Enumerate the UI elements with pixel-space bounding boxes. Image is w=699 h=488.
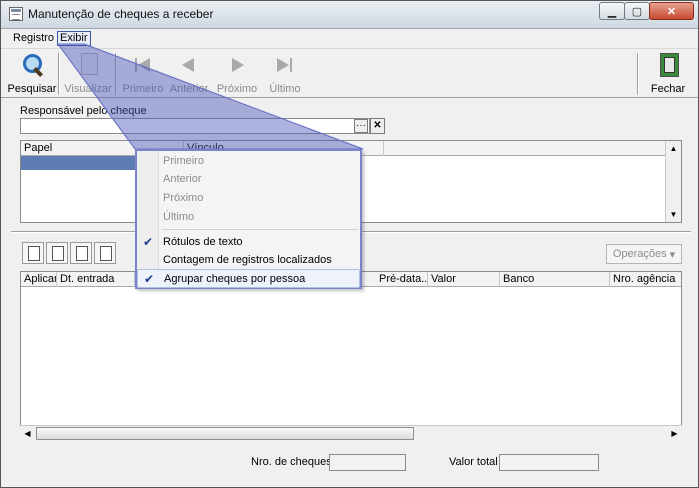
cheques-grid[interactable]: Aplicar Dt. entrada Pré-data... Valor Ba… (20, 271, 682, 441)
column-header-dt-entrada[interactable]: Dt. entrada (57, 272, 135, 287)
view-button[interactable]: Visualizar (63, 52, 113, 96)
next-button[interactable]: Próximo (215, 52, 259, 96)
search-button-label: Pesquisar (7, 83, 57, 95)
search-icon (19, 52, 45, 76)
selected-row[interactable] (21, 156, 137, 170)
menu-exibir[interactable]: Exibir (57, 31, 91, 46)
menu-item-ultimo[interactable]: Último (137, 208, 360, 227)
hscroll-thumb[interactable] (36, 427, 414, 440)
column-header-nro-agencia[interactable]: Nro. agência (610, 272, 682, 287)
menu-item-label: Próximo (163, 192, 204, 204)
toolbar-separator (115, 53, 117, 95)
menu-item-label: Último (163, 211, 195, 223)
cheque-count-label: Nro. de cheques (251, 456, 332, 468)
menu-item-label: Primeiro (163, 155, 204, 167)
new-record-icon[interactable] (22, 242, 44, 264)
first-icon (130, 52, 156, 76)
toolbar-separator (58, 53, 60, 95)
view-button-label: Visualizar (64, 83, 112, 95)
scroll-right-icon[interactable]: ▶ (667, 426, 682, 441)
checkmark-icon: ✔ (143, 235, 154, 249)
clear-button[interactable]: ✕ (370, 118, 385, 134)
operations-button-label: Operações (612, 248, 667, 260)
column-header-valor[interactable]: Valor (428, 272, 500, 287)
scroll-left-icon[interactable]: ◀ (20, 426, 35, 441)
responsavel-input[interactable] (20, 118, 370, 134)
menu-separator (162, 229, 358, 230)
toolbar: Pesquisar Visualizar Primeiro Anterior P… (1, 48, 698, 98)
tools-icon[interactable] (94, 242, 116, 264)
menu-item-proximo[interactable]: Próximo (137, 189, 360, 208)
scroll-up-icon[interactable]: ▲ (666, 141, 681, 156)
app-calendar-icon (9, 7, 23, 21)
scroll-down-icon[interactable]: ▼ (666, 207, 681, 222)
column-header-aplicar[interactable]: Aplicar (21, 272, 57, 287)
operations-button[interactable]: Operações ▾ (606, 244, 682, 264)
minimize-button[interactable]: ▁ (599, 2, 625, 20)
first-button[interactable]: Primeiro (121, 52, 165, 96)
menu-item-label: Anterior (163, 173, 202, 185)
previous-button-label: Anterior (169, 83, 209, 95)
column-header-banco[interactable]: Banco (500, 272, 610, 287)
maximize-button[interactable]: ▢ (624, 2, 650, 20)
edit-record-icon[interactable] (46, 242, 68, 264)
dropdown-arrow-icon: ▾ (669, 248, 676, 261)
cheques-grid-hscroll[interactable]: ◀ ▶ (20, 425, 682, 441)
responsavel-label: Responsável pelo cheque (20, 105, 147, 117)
browse-button[interactable]: ··· (354, 119, 368, 133)
last-icon (272, 52, 298, 76)
title-bar: Manutenção de cheques a receber ▁ ▢ ✕ (1, 1, 698, 29)
exit-button-label: Fechar (650, 83, 686, 95)
menu-item-label: Rótulos de texto (163, 236, 243, 248)
papel-grid-vscroll[interactable]: ▲ ▼ (665, 141, 681, 222)
exit-button[interactable]: Fechar (646, 52, 690, 96)
menu-registro[interactable]: Registro (10, 31, 57, 46)
window-title: Manutenção de cheques a receber (28, 7, 214, 21)
first-button-label: Primeiro (122, 83, 164, 95)
delete-record-icon[interactable] (70, 242, 92, 264)
menu-bar: Registro Exibir (1, 29, 698, 48)
toolbar-separator (637, 53, 639, 95)
next-button-label: Próximo (216, 83, 258, 95)
menu-item-label: Agrupar cheques por pessoa (164, 273, 306, 285)
cheque-count-field (329, 454, 406, 471)
exit-door-icon (655, 52, 681, 77)
menu-item-agrupar-cheques[interactable]: ✔ Agrupar cheques por pessoa (137, 269, 360, 288)
menu-item-rotulos-de-texto[interactable]: ✔ Rótulos de texto (137, 233, 360, 252)
menu-item-primeiro[interactable]: Primeiro (137, 152, 360, 171)
next-icon (224, 52, 250, 76)
menu-item-anterior[interactable]: Anterior (137, 170, 360, 189)
close-button[interactable]: ✕ (649, 2, 694, 20)
exibir-dropdown-menu: Primeiro Anterior Próximo Último ✔ Rótul… (135, 149, 362, 289)
total-value-field (499, 454, 599, 471)
menu-item-label: Contagem de registros localizados (163, 254, 332, 266)
column-header-pre-data[interactable]: Pré-data... (376, 272, 428, 287)
previous-button[interactable]: Anterior (167, 52, 211, 96)
search-button[interactable]: Pesquisar (7, 52, 57, 96)
previous-icon (176, 52, 202, 76)
document-icon (75, 52, 101, 76)
checkmark-icon: ✔ (144, 272, 155, 286)
menu-item-contagem-de-registros[interactable]: Contagem de registros localizados (137, 251, 360, 270)
last-button[interactable]: Último (263, 52, 307, 96)
total-value-label: Valor total (449, 456, 498, 468)
last-button-label: Último (269, 83, 301, 95)
